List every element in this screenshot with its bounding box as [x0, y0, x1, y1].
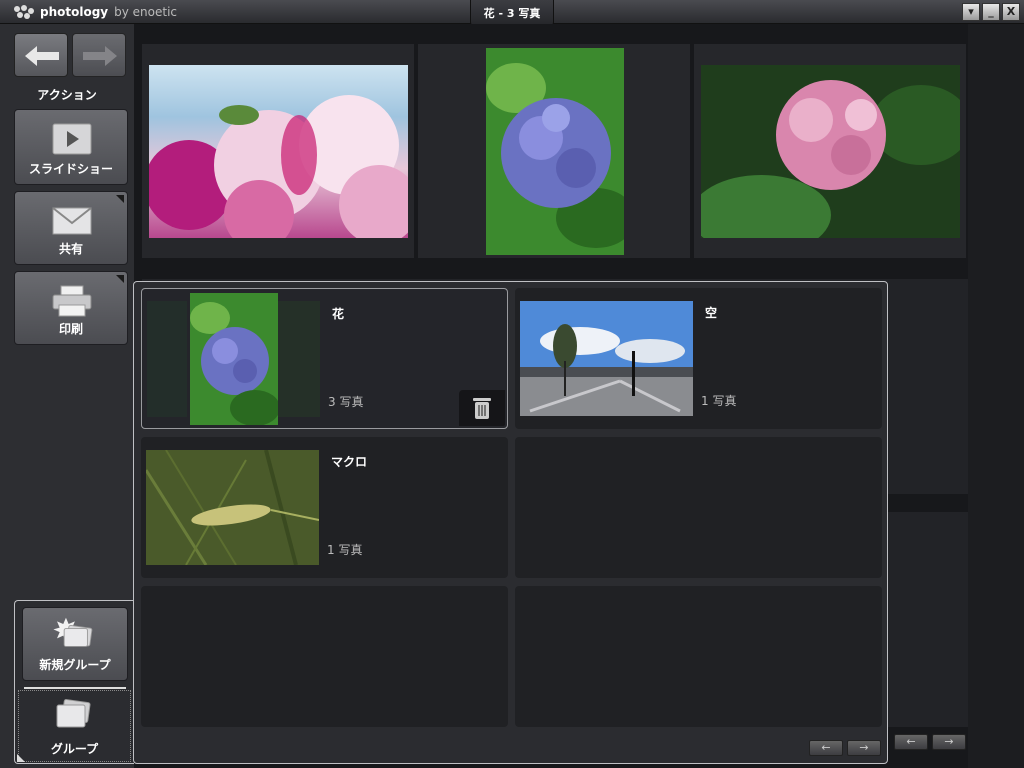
- close-button[interactable]: X: [1002, 3, 1020, 21]
- photo-hydrangea-pink: [701, 65, 960, 238]
- group-thumb-stack: [147, 301, 187, 417]
- group-card-macro[interactable]: マクロ 1 写真: [141, 437, 508, 578]
- left-arrow-icon: [25, 46, 59, 66]
- trash-icon: [473, 398, 491, 419]
- photo-hydrangea-blue: [486, 48, 624, 255]
- photos-prev-button[interactable]: ←: [894, 734, 928, 750]
- group-thumb-macro: [146, 450, 319, 565]
- photos-pager: ← →: [894, 734, 966, 750]
- empty-group-slot: [141, 586, 508, 727]
- brand-name: photology: [40, 5, 109, 19]
- print-button[interactable]: 印刷: [14, 271, 128, 345]
- photos-next-button[interactable]: →: [932, 734, 966, 750]
- brand-by: by enoetic: [114, 5, 178, 19]
- groups-icon: [56, 699, 91, 728]
- empty-group-slot: [515, 437, 882, 578]
- group-count: 3 写真: [328, 395, 364, 409]
- minimize-button[interactable]: _: [982, 3, 1000, 21]
- share-label: 共有: [58, 242, 83, 256]
- group-name: 空: [705, 306, 718, 320]
- group-card-flowers[interactable]: 花 3 写真: [141, 288, 508, 429]
- print-label: 印刷: [58, 322, 83, 336]
- back-button[interactable]: [14, 33, 68, 77]
- new-group-button[interactable]: 新規グループ: [22, 607, 128, 681]
- group-thumb-stack: [278, 301, 320, 417]
- group-thumb-hydrangea: [190, 293, 278, 425]
- photo-tile[interactable]: [142, 44, 414, 258]
- group-count: 1 写真: [327, 543, 363, 557]
- groups-label: グループ: [50, 742, 99, 756]
- slideshow-label: スライドショー: [28, 162, 113, 176]
- empty-group-slot: [515, 586, 882, 727]
- brand: photology by enoetic: [14, 4, 177, 20]
- envelope-icon: [52, 207, 92, 235]
- menu-dropdown-button[interactable]: ▾: [962, 3, 980, 21]
- resize-corner-icon: [17, 754, 25, 762]
- group-card-sky[interactable]: 空 1 写真: [515, 288, 882, 429]
- new-group-icon: [53, 617, 93, 647]
- group-name: マクロ: [331, 455, 368, 469]
- forward-button[interactable]: [72, 33, 126, 77]
- group-name: 花: [332, 307, 345, 321]
- right-arrow-icon: [83, 46, 117, 66]
- group-thumb-sky: [520, 301, 693, 416]
- new-group-label: 新規グループ: [39, 658, 111, 672]
- corner-indicator-icon: [116, 195, 124, 203]
- groups-pager: ← →: [809, 740, 881, 756]
- photology-logo-icon: [14, 5, 34, 19]
- title-bar: photology by enoetic 花 - 3 写真 ▾ _ X: [0, 0, 1024, 28]
- photo-tile[interactable]: [694, 44, 966, 258]
- slideshow-button[interactable]: スライドショー: [14, 109, 128, 185]
- printer-icon: [52, 285, 92, 317]
- groups-prev-button[interactable]: ←: [809, 740, 843, 756]
- groups-next-button[interactable]: →: [847, 740, 881, 756]
- groups-button[interactable]: グループ: [17, 690, 131, 762]
- corner-indicator-icon: [116, 275, 124, 283]
- play-icon: [52, 123, 92, 155]
- photo-tile[interactable]: [418, 44, 690, 258]
- share-button[interactable]: 共有: [14, 191, 128, 265]
- divider: [24, 687, 126, 689]
- photo-azalea: [149, 65, 408, 238]
- group-count: 1 写真: [701, 394, 737, 408]
- section-label: アクション: [37, 88, 97, 102]
- delete-group-button[interactable]: [459, 390, 505, 426]
- groups-panel: 花 3 写真 空 1 写真 マクロ 1 写真 ← →: [133, 281, 888, 764]
